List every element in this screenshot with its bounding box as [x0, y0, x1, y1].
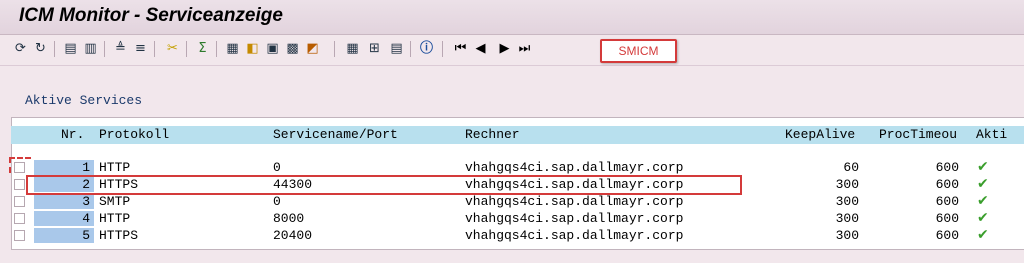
keepalive-cell: 300: [835, 228, 859, 243]
keepalive-cell: 300: [835, 177, 859, 192]
protokoll-cell: HTTP: [99, 211, 131, 226]
keepalive-cell: 60: [843, 160, 859, 175]
protokoll-cell: HTTPS: [99, 228, 139, 243]
protokoll-cell: SMTP: [99, 194, 131, 209]
last-page-icon[interactable]: ⏭: [516, 40, 533, 57]
graphic-icon[interactable]: ◩: [304, 40, 321, 57]
column-header-keepalive[interactable]: KeepAlive: [785, 126, 855, 144]
checkmark-icon: ✔: [977, 193, 989, 209]
service-cell: 8000: [273, 211, 305, 226]
layout-icon[interactable]: ◧: [244, 40, 261, 57]
window-title: ICM Monitor - Serviceanzeige: [19, 5, 283, 26]
protokoll-cell: HTTP: [99, 160, 131, 175]
cut-icon[interactable]: ✂: [164, 40, 181, 57]
table-row[interactable]: 4 HTTP 8000 vhahgqs4ci.sap.dallmayr.corp…: [11, 211, 1024, 227]
row-number: 4: [34, 211, 94, 226]
save-layout-icon[interactable]: ▩: [284, 40, 301, 57]
toolbar-separator: [334, 41, 335, 57]
previous-page-icon[interactable]: ◀: [472, 40, 489, 57]
proctimeout-cell: 600: [935, 160, 959, 175]
rechner-cell: vhahgqs4ci.sap.dallmayr.corp: [465, 228, 684, 243]
section-title: Aktive Services: [25, 93, 143, 108]
column-header-proctimeout[interactable]: ProcTimeou: [879, 126, 957, 144]
table-header: Nr. Protokoll Servicename/Port Rechner K…: [11, 126, 1024, 144]
title-bar: ICM Monitor - Serviceanzeige: [0, 0, 1024, 35]
toolbar-separator: [410, 41, 411, 57]
service-cell: 0: [273, 160, 281, 175]
toolbar-separator: [54, 41, 55, 57]
column-header-rechner[interactable]: Rechner: [465, 126, 520, 144]
selection-annotation: [9, 157, 31, 173]
toolbar-separator: [216, 41, 217, 57]
proctimeout-cell: 600: [935, 194, 959, 209]
application-toolbar: ⟳ ↻ ▤ ▥ ≜ ≡ ✂ Σ ▦ ◧ ▣ ▩ ◩ ▦ ⊞ ▤ ⓘ ⏮ ◀ ▶ …: [0, 35, 1024, 66]
toolbar-separator: [442, 41, 443, 57]
info-icon[interactable]: ⓘ: [418, 40, 435, 57]
row-selector[interactable]: [14, 230, 25, 241]
table-row[interactable]: 1 HTTP 0 vhahgqs4ci.sap.dallmayr.corp 60…: [11, 160, 1024, 176]
checkmark-icon: ✔: [977, 227, 989, 243]
checkmark-icon: ✔: [977, 159, 989, 175]
select-layout-icon[interactable]: ▣: [264, 40, 281, 57]
checkmark-icon: ✔: [977, 210, 989, 226]
export-icon[interactable]: ▦: [224, 40, 241, 57]
proctimeout-cell: 600: [935, 211, 959, 226]
toolbar-separator: [104, 41, 105, 57]
table-row[interactable]: 3 SMTP 0 vhahgqs4ci.sap.dallmayr.corp 30…: [11, 194, 1024, 210]
details-icon[interactable]: ▤: [62, 40, 79, 57]
rechner-cell: vhahgqs4ci.sap.dallmayr.corp: [465, 211, 684, 226]
checkmark-icon: ✔: [977, 176, 989, 192]
filter-icon[interactable]: ≡: [132, 40, 149, 57]
sum-icon[interactable]: Σ: [194, 40, 211, 57]
table-row[interactable]: 5 HTTPS 20400 vhahgqs4ci.sap.dallmayr.co…: [11, 228, 1024, 244]
row-number: 1: [34, 160, 94, 175]
grid-icon[interactable]: ▦: [344, 40, 361, 57]
next-page-icon[interactable]: ▶: [496, 40, 513, 57]
row-selector[interactable]: [14, 213, 25, 224]
keepalive-cell: 300: [835, 194, 859, 209]
service-cell: 20400: [273, 228, 313, 243]
row-number: 3: [34, 194, 94, 209]
columns-icon[interactable]: ⊞: [366, 40, 383, 57]
print-icon[interactable]: ▥: [82, 40, 99, 57]
keepalive-cell: 300: [835, 211, 859, 226]
toolbar-separator: [186, 41, 187, 57]
settings-icon[interactable]: ▤: [388, 40, 405, 57]
proctimeout-cell: 600: [935, 177, 959, 192]
row-selector[interactable]: [14, 179, 25, 190]
row-highlight-annotation: [26, 175, 742, 195]
column-header-service[interactable]: Servicename/Port: [273, 126, 398, 144]
align-icon[interactable]: ≜: [112, 40, 129, 57]
toolbar-separator: [154, 41, 155, 57]
column-header-protokoll[interactable]: Protokoll: [99, 126, 169, 144]
service-cell: 0: [273, 194, 281, 209]
column-header-aktiv[interactable]: Akti: [976, 126, 1007, 144]
row-number: 5: [34, 228, 94, 243]
proctimeout-cell: 600: [935, 228, 959, 243]
rechner-cell: vhahgqs4ci.sap.dallmayr.corp: [465, 160, 684, 175]
rechner-cell: vhahgqs4ci.sap.dallmayr.corp: [465, 194, 684, 209]
refresh-icon[interactable]: ⟳: [12, 40, 29, 57]
reload-icon[interactable]: ↻: [32, 40, 49, 57]
first-page-icon[interactable]: ⏮: [452, 40, 469, 57]
column-header-nr[interactable]: Nr.: [61, 126, 84, 144]
transaction-callout: SMICM: [600, 39, 677, 63]
row-selector[interactable]: [14, 196, 25, 207]
